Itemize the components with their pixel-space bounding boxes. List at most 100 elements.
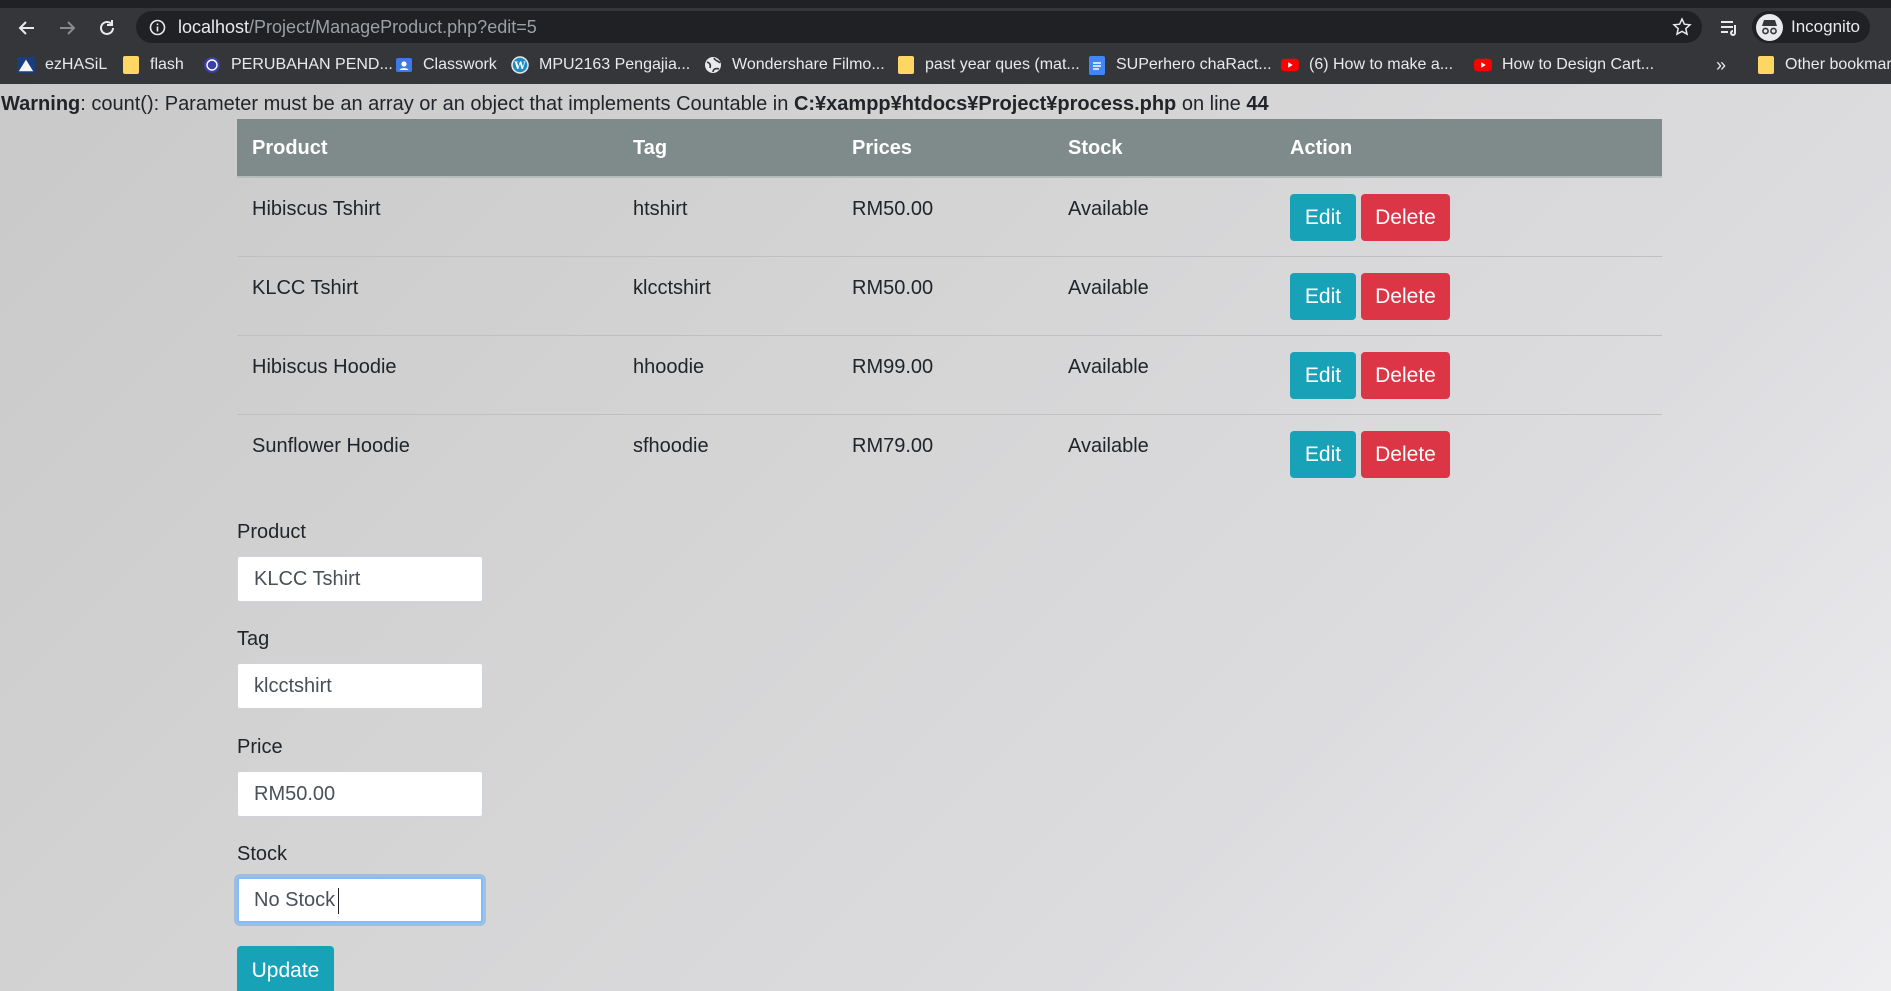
tag-input-value: klcctshirt bbox=[254, 675, 332, 697]
price-label: Price bbox=[237, 736, 283, 758]
svg-text:W: W bbox=[513, 61, 526, 72]
incognito-label: Incognito bbox=[1791, 17, 1860, 36]
wordpress-icon: W bbox=[511, 56, 529, 74]
forward-button[interactable] bbox=[54, 15, 80, 41]
price-input-value: RM50.00 bbox=[254, 783, 336, 805]
info-icon[interactable] bbox=[149, 19, 166, 36]
cell-product: Sunflower Hoodie bbox=[252, 435, 410, 457]
bookmark-label: (6) How to make a... bbox=[1309, 56, 1454, 73]
cell-tag: hhoodie bbox=[633, 356, 705, 378]
header-product: Product bbox=[252, 137, 328, 159]
cell-product: KLCC Tshirt bbox=[252, 277, 359, 299]
bookmark-label: MPU2163 Pengajia... bbox=[539, 56, 691, 73]
browser-toolbar: localhost/Project/ManageProduct.php?edit… bbox=[0, 8, 1891, 46]
youtube-icon bbox=[1474, 56, 1492, 74]
update-button[interactable]: Update bbox=[237, 946, 334, 991]
bookmarks-bar: ezHASiL flash PERUBAHAN PEND... Classwor… bbox=[0, 46, 1891, 84]
edit-button[interactable]: Edit bbox=[1290, 431, 1356, 478]
bookmark-classwork[interactable]: Classwork bbox=[395, 46, 497, 84]
folder-icon bbox=[897, 56, 915, 74]
cell-price: RM99.00 bbox=[852, 356, 934, 378]
arrow-left-icon bbox=[18, 21, 34, 35]
ezhasil-icon bbox=[17, 56, 35, 74]
product-input-value: KLCC Tshirt bbox=[254, 568, 361, 590]
reload-icon bbox=[100, 20, 114, 35]
cell-tag: klcctshirt bbox=[633, 277, 711, 299]
warning-line-text: on line bbox=[1176, 93, 1247, 115]
url-path: /Project/ManageProduct.php?edit=5 bbox=[249, 17, 537, 37]
edit-button[interactable]: Edit bbox=[1290, 273, 1356, 320]
edit-button[interactable]: Edit bbox=[1290, 352, 1356, 399]
stock-label: Stock bbox=[237, 843, 288, 865]
tag-input[interactable]: klcctshirt bbox=[237, 663, 483, 709]
other-bookmarks[interactable]: Other bookmarks bbox=[1757, 46, 1891, 84]
delete-button[interactable]: Delete bbox=[1361, 352, 1450, 399]
tab-strip bbox=[0, 0, 1891, 8]
bookmark-youtube-2[interactable]: How to Design Cart... bbox=[1474, 46, 1654, 84]
bookmark-mpu2163[interactable]: W MPU2163 Pengajia... bbox=[511, 46, 690, 84]
bookmark-flash[interactable]: flash bbox=[122, 46, 184, 84]
incognito-icon bbox=[1756, 13, 1783, 41]
tag-label: Tag bbox=[237, 628, 270, 650]
warning-line-number: 44 bbox=[1246, 93, 1269, 115]
bookmark-label: Wondershare Filmo... bbox=[732, 56, 885, 73]
bookmark-label: ezHASiL bbox=[45, 56, 108, 73]
google-docs-icon bbox=[1088, 55, 1106, 75]
bookmark-ezhasil[interactable]: ezHASiL bbox=[17, 46, 107, 84]
folder-icon bbox=[1757, 56, 1775, 74]
bookmark-label: flash bbox=[150, 56, 184, 73]
edit-button[interactable]: Edit bbox=[1290, 194, 1356, 241]
reading-list-icon[interactable] bbox=[1718, 17, 1740, 39]
cell-price: RM79.00 bbox=[852, 435, 934, 457]
bookmark-label: PERUBAHAN PEND... bbox=[231, 56, 393, 73]
youtube-icon bbox=[1281, 56, 1299, 74]
bookmark-label: past year ques (mat... bbox=[925, 56, 1080, 73]
classroom-icon bbox=[395, 56, 413, 74]
table-row: Hibiscus Hoodie hhoodie RM99.00 Availabl… bbox=[237, 336, 1662, 415]
globe-icon bbox=[704, 56, 722, 74]
stock-input[interactable]: No Stock bbox=[237, 877, 483, 923]
product-label: Product bbox=[237, 521, 306, 543]
cell-product: Hibiscus Hoodie bbox=[252, 356, 397, 378]
delete-button[interactable]: Delete bbox=[1361, 194, 1450, 241]
bookmark-label: Classwork bbox=[423, 56, 497, 73]
cell-stock: Available bbox=[1068, 277, 1149, 299]
stock-input-value: No Stock bbox=[254, 889, 336, 911]
back-button[interactable] bbox=[14, 15, 40, 41]
globe-seal-icon bbox=[203, 56, 221, 74]
bookmark-perubahan[interactable]: PERUBAHAN PEND... bbox=[203, 46, 393, 84]
url-text[interactable]: localhost/Project/ManageProduct.php?edit… bbox=[178, 11, 537, 43]
bookmark-label: How to Design Cart... bbox=[1502, 56, 1655, 73]
bookmark-label: SUPerhero chaRact... bbox=[1116, 56, 1272, 73]
arrow-right-icon bbox=[60, 21, 76, 35]
page-content: Warning: count(): Parameter must be an a… bbox=[0, 84, 1891, 991]
delete-button[interactable]: Delete bbox=[1361, 431, 1450, 478]
bookmark-youtube-1[interactable]: (6) How to make a... bbox=[1281, 46, 1453, 84]
bookmark-past-year[interactable]: past year ques (mat... bbox=[897, 46, 1080, 84]
text-caret bbox=[338, 887, 340, 914]
bookmark-superhero[interactable]: SUPerhero chaRact... bbox=[1088, 46, 1272, 84]
delete-button[interactable]: Delete bbox=[1361, 273, 1450, 320]
other-bookmarks-label: Other bookmarks bbox=[1785, 56, 1891, 73]
product-input[interactable]: KLCC Tshirt bbox=[237, 556, 483, 602]
header-stock: Stock bbox=[1068, 137, 1123, 159]
table-row: KLCC Tshirt klcctshirt RM50.00 Available… bbox=[237, 257, 1662, 336]
table-header: Product Tag Prices Stock Action bbox=[237, 119, 1662, 178]
incognito-profile-button[interactable]: Incognito bbox=[1752, 11, 1870, 43]
header-action: Action bbox=[1290, 137, 1353, 159]
header-prices: Prices bbox=[852, 137, 913, 159]
folder-icon bbox=[122, 56, 140, 74]
star-icon[interactable] bbox=[1672, 17, 1692, 37]
reload-button[interactable] bbox=[94, 15, 120, 41]
bookmark-wondershare[interactable]: Wondershare Filmo... bbox=[704, 46, 885, 84]
bookmarks-overflow-button[interactable]: » bbox=[1716, 46, 1726, 84]
header-tag: Tag bbox=[633, 137, 668, 159]
cell-product: Hibiscus Tshirt bbox=[252, 198, 381, 220]
cell-stock: Available bbox=[1068, 435, 1149, 457]
address-bar[interactable]: localhost/Project/ManageProduct.php?edit… bbox=[136, 11, 1702, 43]
cell-tag: htshirt bbox=[633, 198, 688, 220]
cell-tag: sfhoodie bbox=[633, 435, 709, 457]
products-table: Product Tag Prices Stock Action Hibiscus… bbox=[237, 119, 1662, 494]
cell-price: RM50.00 bbox=[852, 277, 934, 299]
price-input[interactable]: RM50.00 bbox=[237, 771, 483, 817]
